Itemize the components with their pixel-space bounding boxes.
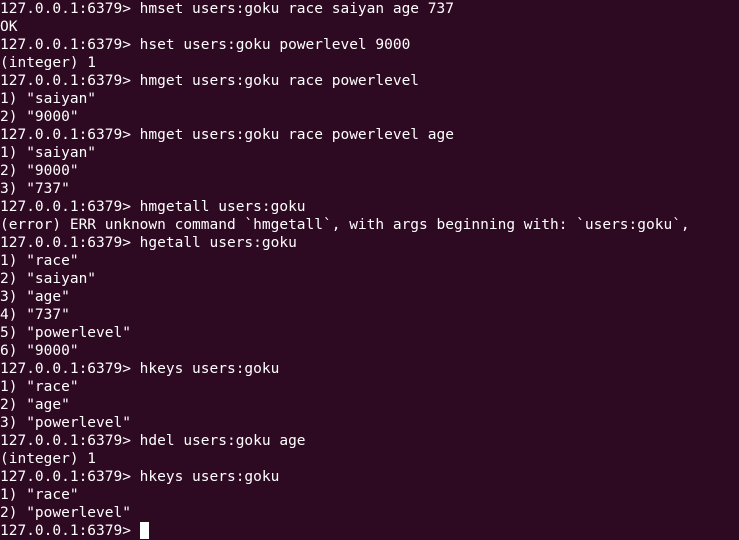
terminal-output: 127.0.0.1:6379> hmset users:goku race sa… bbox=[0, 0, 739, 540]
terminal-window[interactable]: 127.0.0.1:6379> hmset users:goku race sa… bbox=[0, 0, 739, 540]
terminal-line: 3) "age" bbox=[0, 289, 70, 305]
text-cursor bbox=[139, 522, 149, 539]
terminal-line: 1) "race" bbox=[0, 379, 79, 395]
terminal-line: 1) "race" bbox=[0, 253, 79, 269]
terminal-line: 3) "737" bbox=[0, 181, 70, 197]
terminal-line: 1) "saiyan" bbox=[0, 145, 97, 161]
terminal-line: 2) "powerlevel" bbox=[0, 505, 131, 521]
current-prompt: 127.0.0.1:6379> bbox=[0, 523, 140, 539]
terminal-line: 127.0.0.1:6379> hdel users:goku age bbox=[0, 433, 306, 449]
terminal-line: 2) "9000" bbox=[0, 163, 79, 179]
terminal-line: 2) "saiyan" bbox=[0, 271, 97, 287]
terminal-error-line: (error) ERR unknown command `hmgetall`, … bbox=[0, 217, 690, 233]
terminal-input-line[interactable]: 127.0.0.1:6379> bbox=[0, 522, 739, 540]
terminal-line: OK bbox=[0, 19, 18, 35]
terminal-line: 2) "9000" bbox=[0, 109, 79, 125]
terminal-line: 2) "age" bbox=[0, 397, 70, 413]
terminal-line: 6) "9000" bbox=[0, 343, 79, 359]
terminal-line: (integer) 1 bbox=[0, 451, 97, 467]
terminal-line: 127.0.0.1:6379> hmset users:goku race sa… bbox=[0, 1, 454, 17]
terminal-line: 127.0.0.1:6379> hgetall users:goku bbox=[0, 235, 297, 251]
terminal-line: 4) "737" bbox=[0, 307, 70, 323]
terminal-line: (integer) 1 bbox=[0, 55, 97, 71]
terminal-line: 1) "race" bbox=[0, 487, 79, 503]
terminal-line: 127.0.0.1:6379> hmget users:goku race po… bbox=[0, 127, 454, 143]
terminal-line: 3) "powerlevel" bbox=[0, 415, 131, 431]
terminal-line: 127.0.0.1:6379> hmgetall users:goku bbox=[0, 199, 306, 215]
terminal-line: 127.0.0.1:6379> hmget users:goku race po… bbox=[0, 73, 420, 89]
terminal-line: 1) "saiyan" bbox=[0, 91, 97, 107]
terminal-line: 127.0.0.1:6379> hkeys users:goku bbox=[0, 469, 280, 485]
terminal-line: 127.0.0.1:6379> hkeys users:goku bbox=[0, 361, 280, 377]
terminal-line: 127.0.0.1:6379> hset users:goku powerlev… bbox=[0, 37, 411, 53]
terminal-line: 5) "powerlevel" bbox=[0, 325, 131, 341]
